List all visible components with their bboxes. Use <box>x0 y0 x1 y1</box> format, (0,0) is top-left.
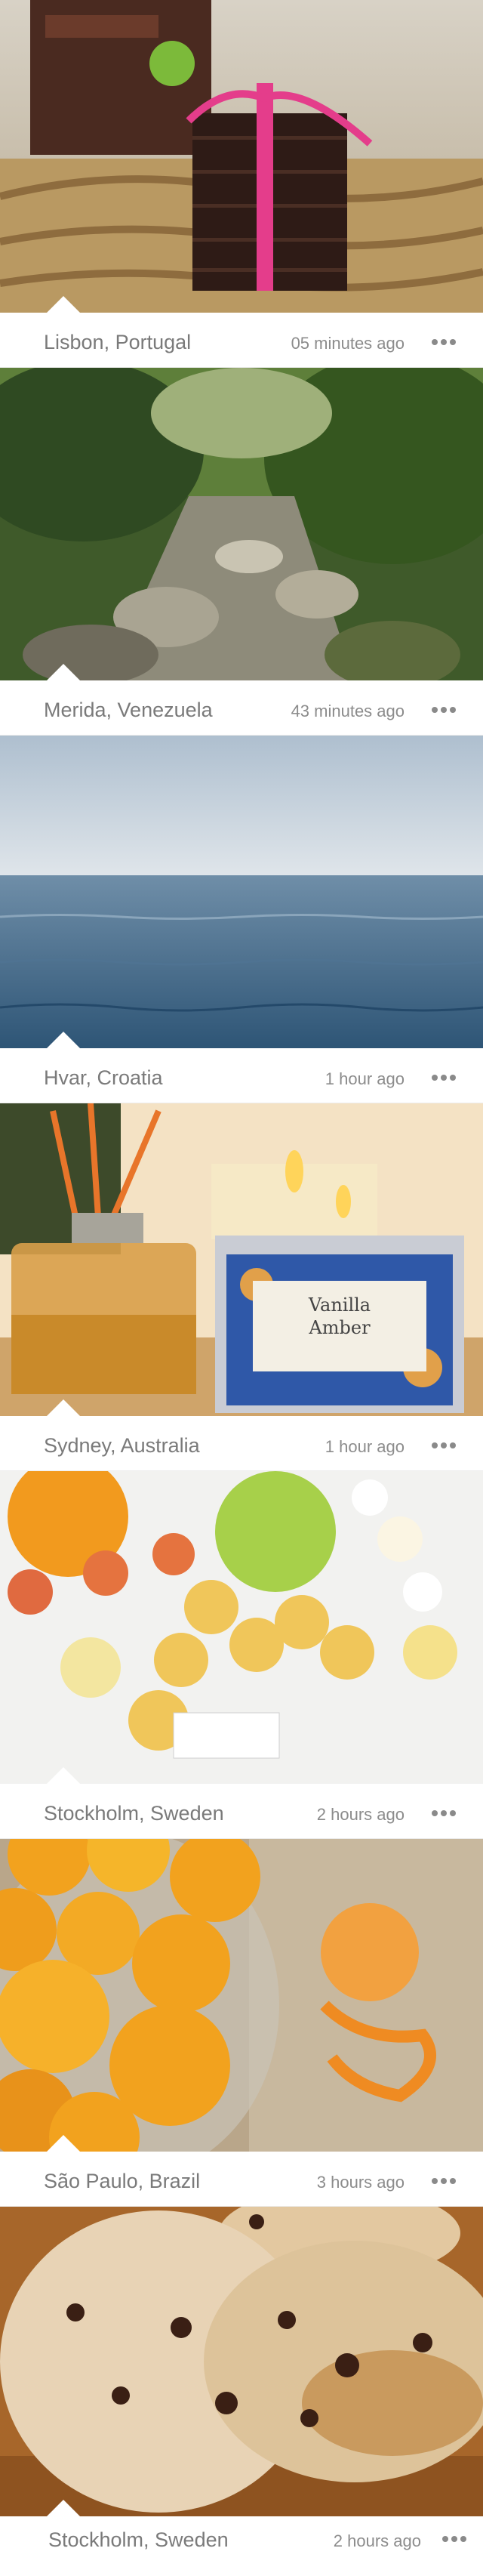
more-dots-icon[interactable] <box>432 336 456 348</box>
more-dots-icon[interactable] <box>432 2175 456 2187</box>
post-photo[interactable] <box>0 368 483 680</box>
location-label[interactable]: São Paulo, Brazil <box>44 2170 200 2193</box>
candle-label-line2: Amber <box>308 1317 371 1338</box>
post-photo[interactable] <box>0 1471 483 1784</box>
location-label[interactable]: Stockholm, Sweden <box>44 1802 224 1825</box>
feed-card: Lisbon, Portugal 05 minutes ago <box>0 0 483 368</box>
post-photo[interactable]: Vanilla Amber <box>0 1103 483 1416</box>
timestamp: 1 hour ago <box>325 1069 405 1088</box>
post-photo[interactable] <box>0 0 483 313</box>
feed-card: Hvar, Croatia 1 hour ago <box>0 736 483 1103</box>
more-dots-icon[interactable] <box>432 1072 456 1084</box>
feed-card: São Paulo, Brazil 3 hours ago <box>0 1839 483 2207</box>
photo-pointer <box>47 2135 80 2152</box>
timestamp: 43 minutes ago <box>291 702 405 720</box>
timestamp: 2 hours ago <box>333 2531 421 2550</box>
post-photo[interactable] <box>0 2207 483 2516</box>
candle-label-line1: Vanilla <box>308 1294 371 1316</box>
feed-card: Merida, Venezuela 43 minutes ago <box>0 368 483 736</box>
post-caption-bar: Hvar, Croatia 1 hour ago <box>0 1048 483 1103</box>
photo-pointer <box>47 1399 80 1416</box>
more-dots-icon[interactable] <box>432 1807 456 1819</box>
post-caption-bar: Stockholm, Sweden 2 hours ago <box>0 1784 483 1839</box>
photo-pointer <box>47 1032 80 1048</box>
feed-card: Stockholm, Sweden 2 hours ago <box>0 1471 483 1839</box>
post-photo[interactable] <box>0 736 483 1048</box>
photo-feed: Lisbon, Portugal 05 minutes ago Merida, … <box>0 0 483 2560</box>
feed-card: Stockholm, Sweden 2 hours ago <box>0 2207 483 2560</box>
timestamp: 1 hour ago <box>325 1437 405 1456</box>
post-caption-bar: Stockholm, Sweden 2 hours ago <box>0 2516 483 2560</box>
feed-card: Vanilla Amber Sydney, Australia 1 hour a… <box>0 1103 483 1471</box>
more-dots-icon[interactable] <box>432 704 456 716</box>
post-caption-bar: Lisbon, Portugal 05 minutes ago <box>0 313 483 368</box>
location-label[interactable]: Sydney, Australia <box>44 1434 200 1458</box>
location-label[interactable]: Hvar, Croatia <box>44 1066 163 1090</box>
more-dots-icon[interactable] <box>442 2533 466 2545</box>
timestamp: 2 hours ago <box>316 1805 405 1824</box>
timestamp: 3 hours ago <box>316 2173 405 2192</box>
location-label[interactable]: Lisbon, Portugal <box>44 331 191 354</box>
post-caption-bar: Merida, Venezuela 43 minutes ago <box>0 680 483 736</box>
photo-pointer <box>47 2500 80 2516</box>
post-caption-bar: São Paulo, Brazil 3 hours ago <box>0 2152 483 2207</box>
photo-pointer <box>47 296 80 313</box>
photo-pointer <box>47 1767 80 1784</box>
timestamp: 05 minutes ago <box>291 334 405 353</box>
post-photo[interactable] <box>0 1839 483 2152</box>
post-caption-bar: Sydney, Australia 1 hour ago <box>0 1416 483 1471</box>
location-label[interactable]: Merida, Venezuela <box>44 699 213 722</box>
more-dots-icon[interactable] <box>432 1439 456 1452</box>
photo-pointer <box>47 664 80 680</box>
location-label[interactable]: Stockholm, Sweden <box>48 2528 229 2552</box>
